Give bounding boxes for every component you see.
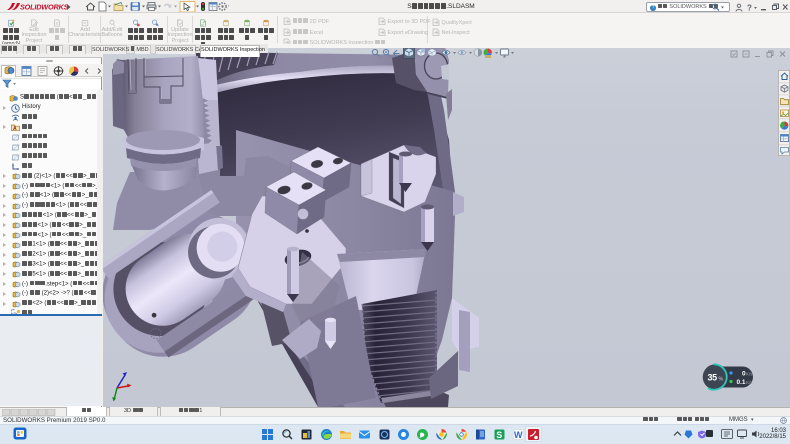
svg-text:A: A xyxy=(13,126,17,132)
svg-text:W: W xyxy=(514,430,523,440)
svg-text:S: S xyxy=(496,430,502,440)
svg-text:K/s: K/s xyxy=(746,380,753,385)
svg-text:0.1: 0.1 xyxy=(737,379,746,386)
svg-text:K/s: K/s xyxy=(746,372,753,377)
svg-text:SOLIDWORKS: SOLIDWORKS xyxy=(20,2,69,11)
svg-text:35: 35 xyxy=(708,373,718,383)
svg-text:%: % xyxy=(719,377,724,383)
svg-text:?: ? xyxy=(747,4,752,13)
